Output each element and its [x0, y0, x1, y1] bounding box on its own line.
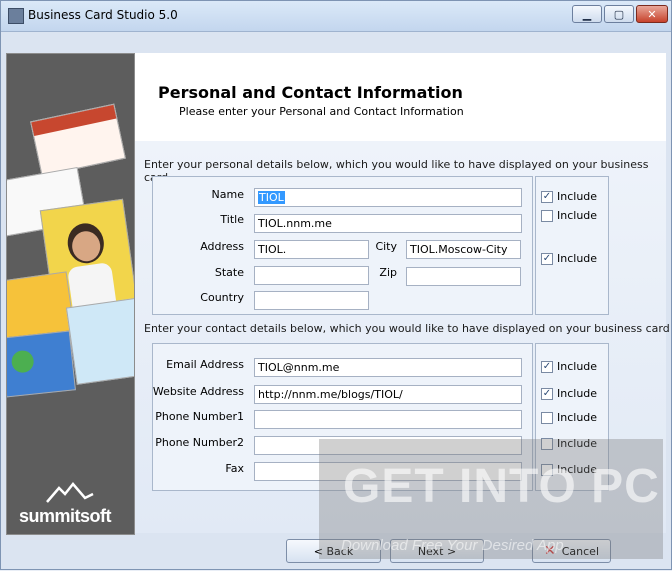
fax-label: Fax: [225, 462, 244, 475]
include-email-label: Include: [557, 360, 598, 373]
card-image: [30, 103, 126, 177]
website-label: Website Address: [152, 385, 244, 398]
include-title-label: Include: [557, 209, 598, 222]
city-label: City: [375, 240, 397, 253]
name-label: Name: [211, 188, 244, 201]
app-window: Business Card Studio 5.0 ▁ ▢ ✕ summitsof…: [0, 0, 672, 570]
app-icon: [8, 8, 24, 24]
include-name-checkbox[interactable]: ✓: [541, 191, 553, 203]
maximize-button[interactable]: ▢: [604, 5, 634, 23]
include-phone1-checkbox[interactable]: [541, 412, 553, 424]
page-title: Personal and Contact Information: [158, 83, 463, 102]
include-phone1-label: Include: [557, 411, 598, 424]
watermark-subtext: Download Free Your Desired App: [341, 537, 564, 554]
title-bar: Business Card Studio 5.0 ▁ ▢ ✕: [1, 1, 671, 32]
logo: summitsoft: [19, 506, 112, 526]
header-panel: Personal and Contact Information Please …: [135, 53, 666, 142]
close-icon: ✕: [647, 7, 657, 21]
address-label: Address: [200, 240, 244, 253]
name-value: TIOL: [258, 191, 285, 204]
phone1-field[interactable]: [254, 410, 522, 429]
country-field[interactable]: [254, 291, 369, 310]
mountain-logo-icon: [46, 482, 94, 503]
title-field[interactable]: TIOL.nnm.me: [254, 214, 522, 233]
minimize-button[interactable]: ▁: [572, 5, 602, 23]
sidebar-image: summitsoft: [6, 53, 135, 535]
include-website-checkbox[interactable]: ✓: [541, 388, 553, 400]
website-field[interactable]: http://nnm.me/blogs/TIOL/: [254, 385, 522, 404]
contact-intro: Enter your contact details below, which …: [144, 322, 670, 335]
email-label: Email Address: [166, 358, 244, 371]
card-image: [65, 297, 134, 385]
state-field[interactable]: [254, 266, 369, 285]
zip-field[interactable]: [406, 267, 521, 286]
phone2-label: Phone Number2: [155, 436, 244, 449]
phone1-label: Phone Number1: [155, 410, 244, 423]
minimize-icon: ▁: [582, 7, 592, 21]
include-title-checkbox[interactable]: [541, 210, 553, 222]
name-field[interactable]: TIOL: [254, 188, 522, 207]
state-label: State: [214, 266, 244, 279]
zip-label: Zip: [379, 266, 397, 279]
include-address-checkbox[interactable]: ✓: [541, 253, 553, 265]
city-field[interactable]: TIOL.Moscow-City: [406, 240, 521, 259]
maximize-icon: ▢: [613, 7, 625, 21]
include-address-label: Include: [557, 252, 598, 265]
include-website-label: Include: [557, 387, 598, 400]
title-label: Title: [220, 213, 244, 226]
card-image: [7, 330, 76, 398]
include-email-checkbox[interactable]: ✓: [541, 361, 553, 373]
email-field[interactable]: TIOL@nnm.me: [254, 358, 522, 377]
close-button[interactable]: ✕: [636, 5, 668, 23]
watermark-text: GET INTO PC: [343, 460, 660, 513]
include-name-label: Include: [557, 190, 598, 203]
country-label: Country: [200, 291, 244, 304]
page-subtitle: Please enter your Personal and Contact I…: [179, 105, 464, 118]
window-title: Business Card Studio 5.0: [28, 8, 178, 22]
address-field[interactable]: TIOL.: [254, 240, 369, 259]
